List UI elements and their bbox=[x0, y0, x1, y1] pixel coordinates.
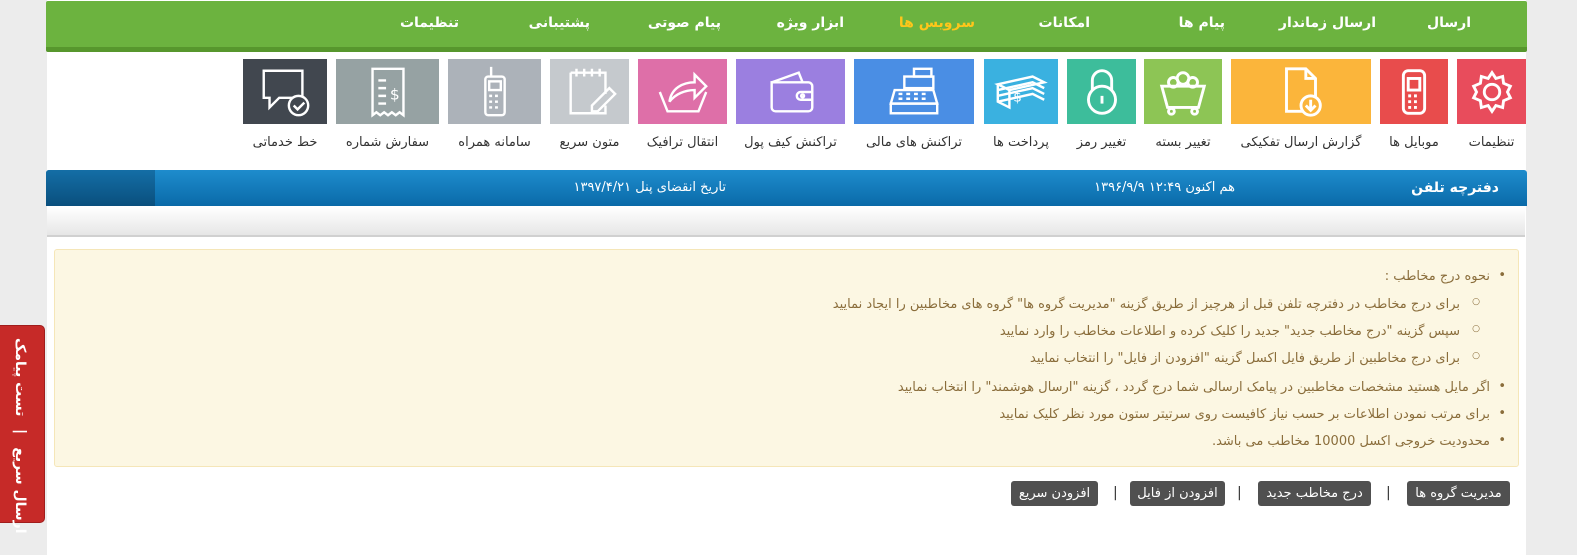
side-tab-label: ارسال سریع | تست پیامک bbox=[12, 338, 28, 534]
tile-mobiles[interactable]: موبایل ها bbox=[1380, 59, 1448, 162]
quick-add-button[interactable]: افزودن سریع bbox=[1011, 481, 1098, 506]
nav-item-features[interactable]: امکانات bbox=[1039, 15, 1090, 31]
page-title: دفترچه تلفن bbox=[1411, 180, 1499, 196]
gear-icon bbox=[1457, 59, 1526, 124]
nav-item-special-tools[interactable]: ابزار ویژه bbox=[777, 15, 844, 31]
button-separator: | bbox=[1386, 485, 1391, 501]
tile-label: تغییر رمز bbox=[1076, 135, 1127, 150]
nav-item-support[interactable]: پشتیبانی bbox=[529, 15, 590, 31]
nav-item-send[interactable]: ارسال bbox=[1427, 15, 1471, 31]
header-cap bbox=[46, 170, 155, 206]
section-header-bar: دفترچه تلفن هم اکنون ۱۲:۴۹ ۱۳۹۶/۹/۹ تاری… bbox=[46, 170, 1527, 206]
chat-check-icon bbox=[243, 59, 327, 124]
wallet-icon bbox=[736, 59, 845, 124]
note-edit-icon bbox=[550, 59, 629, 124]
nav-item-messages[interactable]: پیام ها bbox=[1179, 15, 1225, 31]
nav-item-voice-message[interactable]: پیام صوتی bbox=[648, 15, 721, 31]
panel-expiry-date: تاریخ انقضای پنل ۱۳۹۷/۴/۲۱ bbox=[573, 180, 726, 195]
cash-register-icon bbox=[854, 59, 974, 124]
tile-label: تراکنش کیف پول bbox=[744, 135, 837, 150]
tile-label: سامانه همراه bbox=[458, 135, 531, 150]
svg-text:$: $ bbox=[1013, 89, 1022, 105]
tile-label: تغییر بسته bbox=[1155, 135, 1211, 150]
add-from-file-button[interactable]: افزودن از فایل bbox=[1130, 481, 1225, 506]
help-note: برای مرتب نمودن اطلاعات بر حسب نیاز کافی… bbox=[999, 406, 1505, 422]
svg-text:$: $ bbox=[389, 85, 399, 103]
money-icon: $ bbox=[984, 59, 1058, 124]
tile-label: خط خدماتی bbox=[252, 135, 318, 150]
cart-icon bbox=[1144, 59, 1222, 124]
new-contact-button[interactable]: درج مخاطب جدید bbox=[1258, 481, 1371, 506]
current-time: هم اکنون ۱۲:۴۹ ۱۳۹۶/۹/۹ bbox=[1094, 180, 1235, 195]
help-step: سپس گزینه "درج مخاطب جدید" جدید را کلیک … bbox=[1000, 324, 1480, 339]
button-separator: | bbox=[1237, 485, 1242, 501]
tile-label: تراکنش های مالی bbox=[865, 135, 963, 150]
tile-quick-texts[interactable]: متون سریع bbox=[550, 59, 629, 162]
manage-groups-button[interactable]: مدیریت گروه ها bbox=[1407, 481, 1510, 506]
tile-label: پرداخت ها bbox=[993, 135, 1049, 150]
tile-separate-send-report[interactable]: گزارش ارسال تفکیکی bbox=[1231, 59, 1371, 162]
tile-wallet-transactions[interactable]: تراکنش کیف پول bbox=[736, 59, 845, 162]
top-navigation: ارسال ارسال زماندار پیام ها امکانات سروی… bbox=[46, 1, 1527, 52]
mobile-icon bbox=[1380, 59, 1448, 124]
nav-item-scheduled-send[interactable]: ارسال زماندار bbox=[1279, 15, 1376, 31]
help-step: برای درج مخاطبین از طریق فایل اکسل گزینه… bbox=[1030, 351, 1480, 366]
help-note: محدودیت خروجی اکسل 10000 مخاطب می باشد. bbox=[1212, 433, 1506, 449]
help-alert-box: نحوه درج مخاطب : برای درج مخاطب در دفترچ… bbox=[54, 249, 1519, 467]
quick-send-side-tab[interactable]: ارسال سریع | تست پیامک bbox=[0, 325, 45, 534]
file-download-icon bbox=[1231, 59, 1371, 124]
button-separator: | bbox=[1113, 485, 1118, 501]
nav-item-services[interactable]: سرویس ها bbox=[899, 15, 975, 31]
transfer-icon bbox=[638, 59, 727, 124]
tile-payments[interactable]: $ پرداخت ها bbox=[984, 59, 1058, 162]
tile-traffic-transfer[interactable]: انتقال ترافیک bbox=[638, 59, 727, 162]
tile-label: متون سریع bbox=[559, 135, 620, 150]
tile-number-order[interactable]: $ سفارش شماره bbox=[336, 59, 439, 162]
tile-label: سفارش شماره bbox=[345, 135, 430, 150]
header-subbar bbox=[47, 207, 1525, 237]
help-heading: نحوه درج مخاطب : bbox=[1385, 268, 1506, 284]
help-note: اگر مایل هستید مشخصات مخاطبین در پیامک ا… bbox=[898, 379, 1506, 395]
phone-icon bbox=[448, 59, 541, 124]
help-step: برای درج مخاطب در دفترچه تلفن قبل از هرچ… bbox=[833, 297, 1480, 312]
tile-label: موبایل ها bbox=[1389, 135, 1439, 150]
receipt-icon: $ bbox=[336, 59, 439, 124]
tile-change-password[interactable]: تغییر رمز bbox=[1067, 59, 1136, 162]
tile-service-line[interactable]: خط خدماتی bbox=[243, 59, 327, 162]
test-sms-link[interactable]: تست پیامک bbox=[12, 338, 28, 416]
tile-mobile-system[interactable]: سامانه همراه bbox=[448, 59, 541, 162]
nav-item-settings[interactable]: تنظیمات bbox=[400, 15, 459, 31]
tile-label: تنظیمات bbox=[1468, 135, 1515, 150]
tile-financial-transactions[interactable]: تراکنش های مالی bbox=[854, 59, 974, 162]
tile-label: انتقال ترافیک bbox=[646, 135, 719, 150]
lock-icon bbox=[1067, 59, 1136, 124]
tile-label: گزارش ارسال تفکیکی bbox=[1240, 135, 1362, 150]
side-tab-separator: | bbox=[12, 429, 28, 435]
quick-send-link[interactable]: ارسال سریع bbox=[12, 447, 28, 533]
tile-change-package[interactable]: تغییر بسته bbox=[1144, 59, 1222, 162]
tile-settings[interactable]: تنظیمات bbox=[1457, 59, 1526, 162]
